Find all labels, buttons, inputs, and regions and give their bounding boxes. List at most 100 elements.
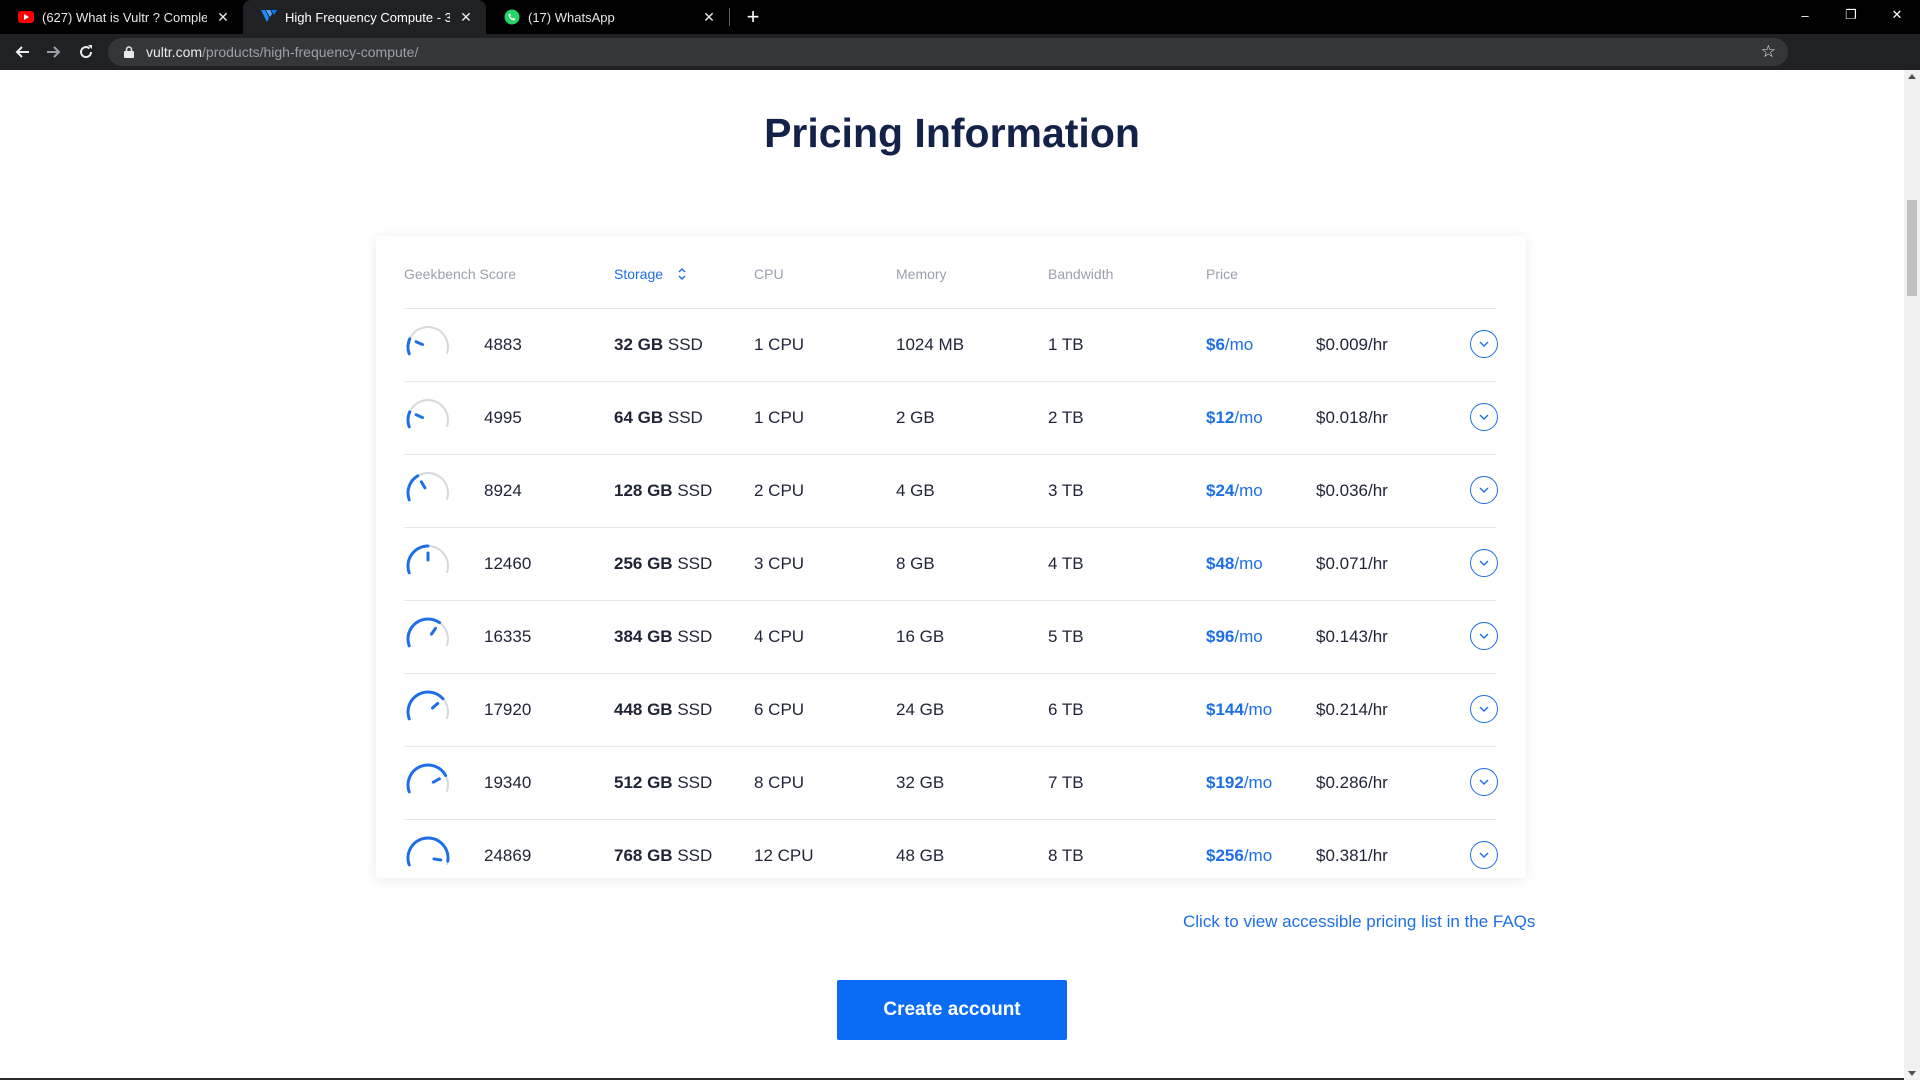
price-unit: /mo [1243, 700, 1273, 719]
expand-row-button[interactable] [1470, 695, 1498, 723]
header-price[interactable]: Price [1206, 266, 1238, 282]
hourly-price: $0.036/hr [1316, 481, 1388, 500]
table-row[interactable]: 4883 32 GB SSD 1 CPU 1024 MB 1 TB $6/mo $0.009… [404, 309, 1498, 382]
tab-vultr[interactable]: High Frequency Compute - 3+ GHz ✕ [243, 0, 486, 34]
page-title: Pricing Information [764, 110, 1140, 156]
pricing-table: Geekbench Score Storage CPU Memory Bandw… [376, 236, 1526, 878]
storage-type: SSD [677, 700, 713, 719]
storage-type: SSD [677, 627, 713, 646]
geekbench-gauge-icon [406, 399, 449, 429]
geekbench-gauge-icon [406, 836, 450, 867]
scroll-down-icon[interactable] [1908, 1071, 1916, 1076]
table-row[interactable]: 16335 384 GB SSD 4 CPU 16 GB 5 TB $96/mo $0.14… [404, 601, 1498, 674]
storage-cell: 448 GB SSD [614, 700, 712, 720]
geekbench-gauge-icon [406, 690, 449, 721]
geekbench-score: 4883 [484, 335, 522, 354]
bandwidth-cell: 8 TB [1048, 846, 1084, 865]
storage-size: 128 GB [614, 481, 673, 500]
expand-row-button[interactable] [1470, 476, 1498, 504]
monthly-price: $96/mo [1206, 627, 1263, 647]
geekbench-score: 16335 [484, 627, 532, 646]
lock-icon[interactable] [122, 46, 136, 58]
geekbench-score: 17920 [484, 700, 532, 719]
monthly-price: $6/mo [1206, 335, 1253, 355]
expand-row-button[interactable] [1470, 622, 1498, 650]
cpu-cell: 6 CPU [754, 700, 805, 719]
expand-row-button[interactable] [1470, 330, 1498, 358]
storage-type: SSD [667, 335, 703, 354]
geekbench-score: 4995 [484, 408, 522, 427]
url-host: vultr.com [146, 44, 203, 60]
storage-cell: 128 GB SSD [614, 481, 712, 501]
hourly-price: $0.018/hr [1316, 408, 1388, 427]
expand-row-button[interactable] [1470, 403, 1498, 431]
price-amount: $12 [1206, 408, 1235, 427]
header-storage[interactable]: Storage [614, 266, 687, 282]
geekbench-gauge-icon [406, 472, 449, 502]
page-scrollbar[interactable] [1904, 70, 1920, 1080]
monthly-price: $12/mo [1206, 408, 1263, 428]
hourly-price: $0.214/hr [1316, 700, 1388, 719]
close-icon[interactable]: ✕ [215, 9, 231, 26]
expand-row-button[interactable] [1470, 768, 1498, 796]
price-unit: /mo [1234, 408, 1263, 427]
bandwidth-cell: 5 TB [1048, 627, 1084, 646]
close-icon[interactable]: ✕ [458, 9, 474, 26]
restore-button[interactable]: ❐ [1828, 0, 1874, 30]
price-unit: /mo [1234, 627, 1263, 646]
scrollbar-thumb[interactable] [1907, 200, 1917, 296]
new-tab-button[interactable]: + [736, 0, 770, 34]
header-geekbench[interactable]: Geekbench Score [404, 266, 516, 282]
tab-title: (17) WhatsApp [528, 9, 615, 25]
scroll-up-icon[interactable] [1908, 74, 1916, 79]
tab-whatsapp[interactable]: (17) WhatsApp ✕ [486, 0, 729, 34]
cpu-cell: 12 CPU [754, 846, 814, 865]
header-bandwidth[interactable]: Bandwidth [1048, 266, 1113, 282]
table-row[interactable]: 19340 512 GB SSD 8 CPU 32 GB 7 TB $192/mo $0.2… [404, 747, 1498, 820]
header-cpu[interactable]: CPU [754, 266, 784, 282]
geekbench-score: 12460 [484, 554, 532, 573]
geekbench-gauge-icon [406, 544, 449, 575]
monthly-price: $256/mo [1206, 846, 1272, 866]
expand-row-button[interactable] [1470, 841, 1498, 869]
back-arrow-icon [15, 46, 29, 58]
close-window-button[interactable]: ✕ [1874, 0, 1920, 30]
table-row[interactable]: 24869 768 GB SSD 12 CPU 48 GB 8 TB $256/mo $0.… [404, 820, 1498, 892]
faq-pricing-link[interactable]: Click to view accessible pricing list in… [1183, 912, 1535, 932]
storage-size: 64 GB [614, 408, 664, 427]
price-amount: $48 [1206, 554, 1235, 573]
monthly-price: $48/mo [1206, 554, 1263, 574]
table-row[interactable]: 12460 256 GB SSD 3 CPU 8 GB 4 TB $48/mo $0.071… [404, 528, 1498, 601]
price-amount: $96 [1206, 627, 1235, 646]
price-unit: /mo [1243, 846, 1273, 865]
chevron-down-icon [1479, 852, 1489, 858]
tab-divider [729, 8, 730, 26]
storage-cell: 64 GB SSD [614, 408, 703, 428]
storage-size: 32 GB [614, 335, 664, 354]
back-button[interactable] [6, 36, 38, 68]
forward-button[interactable] [38, 36, 70, 68]
create-account-button[interactable]: Create account [837, 980, 1067, 1040]
memory-cell: 16 GB [896, 627, 945, 646]
storage-cell: 32 GB SSD [614, 335, 703, 355]
tab-youtube[interactable]: (627) What is Vultr ? Complete Vultr ✕ [0, 0, 243, 34]
expand-row-button[interactable] [1470, 549, 1498, 577]
youtube-icon [18, 9, 34, 25]
hourly-price: $0.071/hr [1316, 554, 1388, 573]
bookmark-star-icon[interactable]: ☆ [1761, 42, 1776, 62]
close-icon[interactable]: ✕ [701, 9, 717, 26]
table-row[interactable]: 17920 448 GB SSD 6 CPU 24 GB 6 TB $144/mo $0.2… [404, 674, 1498, 747]
header-memory[interactable]: Memory [896, 266, 947, 282]
geekbench-score: 24869 [484, 846, 532, 865]
cpu-cell: 3 CPU [754, 554, 805, 573]
storage-size: 384 GB [614, 627, 673, 646]
reload-button[interactable] [70, 36, 102, 68]
monthly-price: $144/mo [1206, 700, 1272, 720]
table-row[interactable]: 4995 64 GB SSD 1 CPU 2 GB 2 TB $12/mo $0.018/h… [404, 382, 1498, 455]
memory-cell: 2 GB [896, 408, 935, 427]
minimize-button[interactable]: – [1782, 0, 1828, 30]
table-row[interactable]: 8924 128 GB SSD 2 CPU 4 GB 3 TB $24/mo $0.036/… [404, 455, 1498, 528]
monthly-price: $192/mo [1206, 773, 1272, 793]
address-bar[interactable]: vultr.com/products/high-frequency-comput… [108, 38, 1788, 66]
table-header: Geekbench Score Storage CPU Memory Bandw… [404, 236, 1496, 309]
